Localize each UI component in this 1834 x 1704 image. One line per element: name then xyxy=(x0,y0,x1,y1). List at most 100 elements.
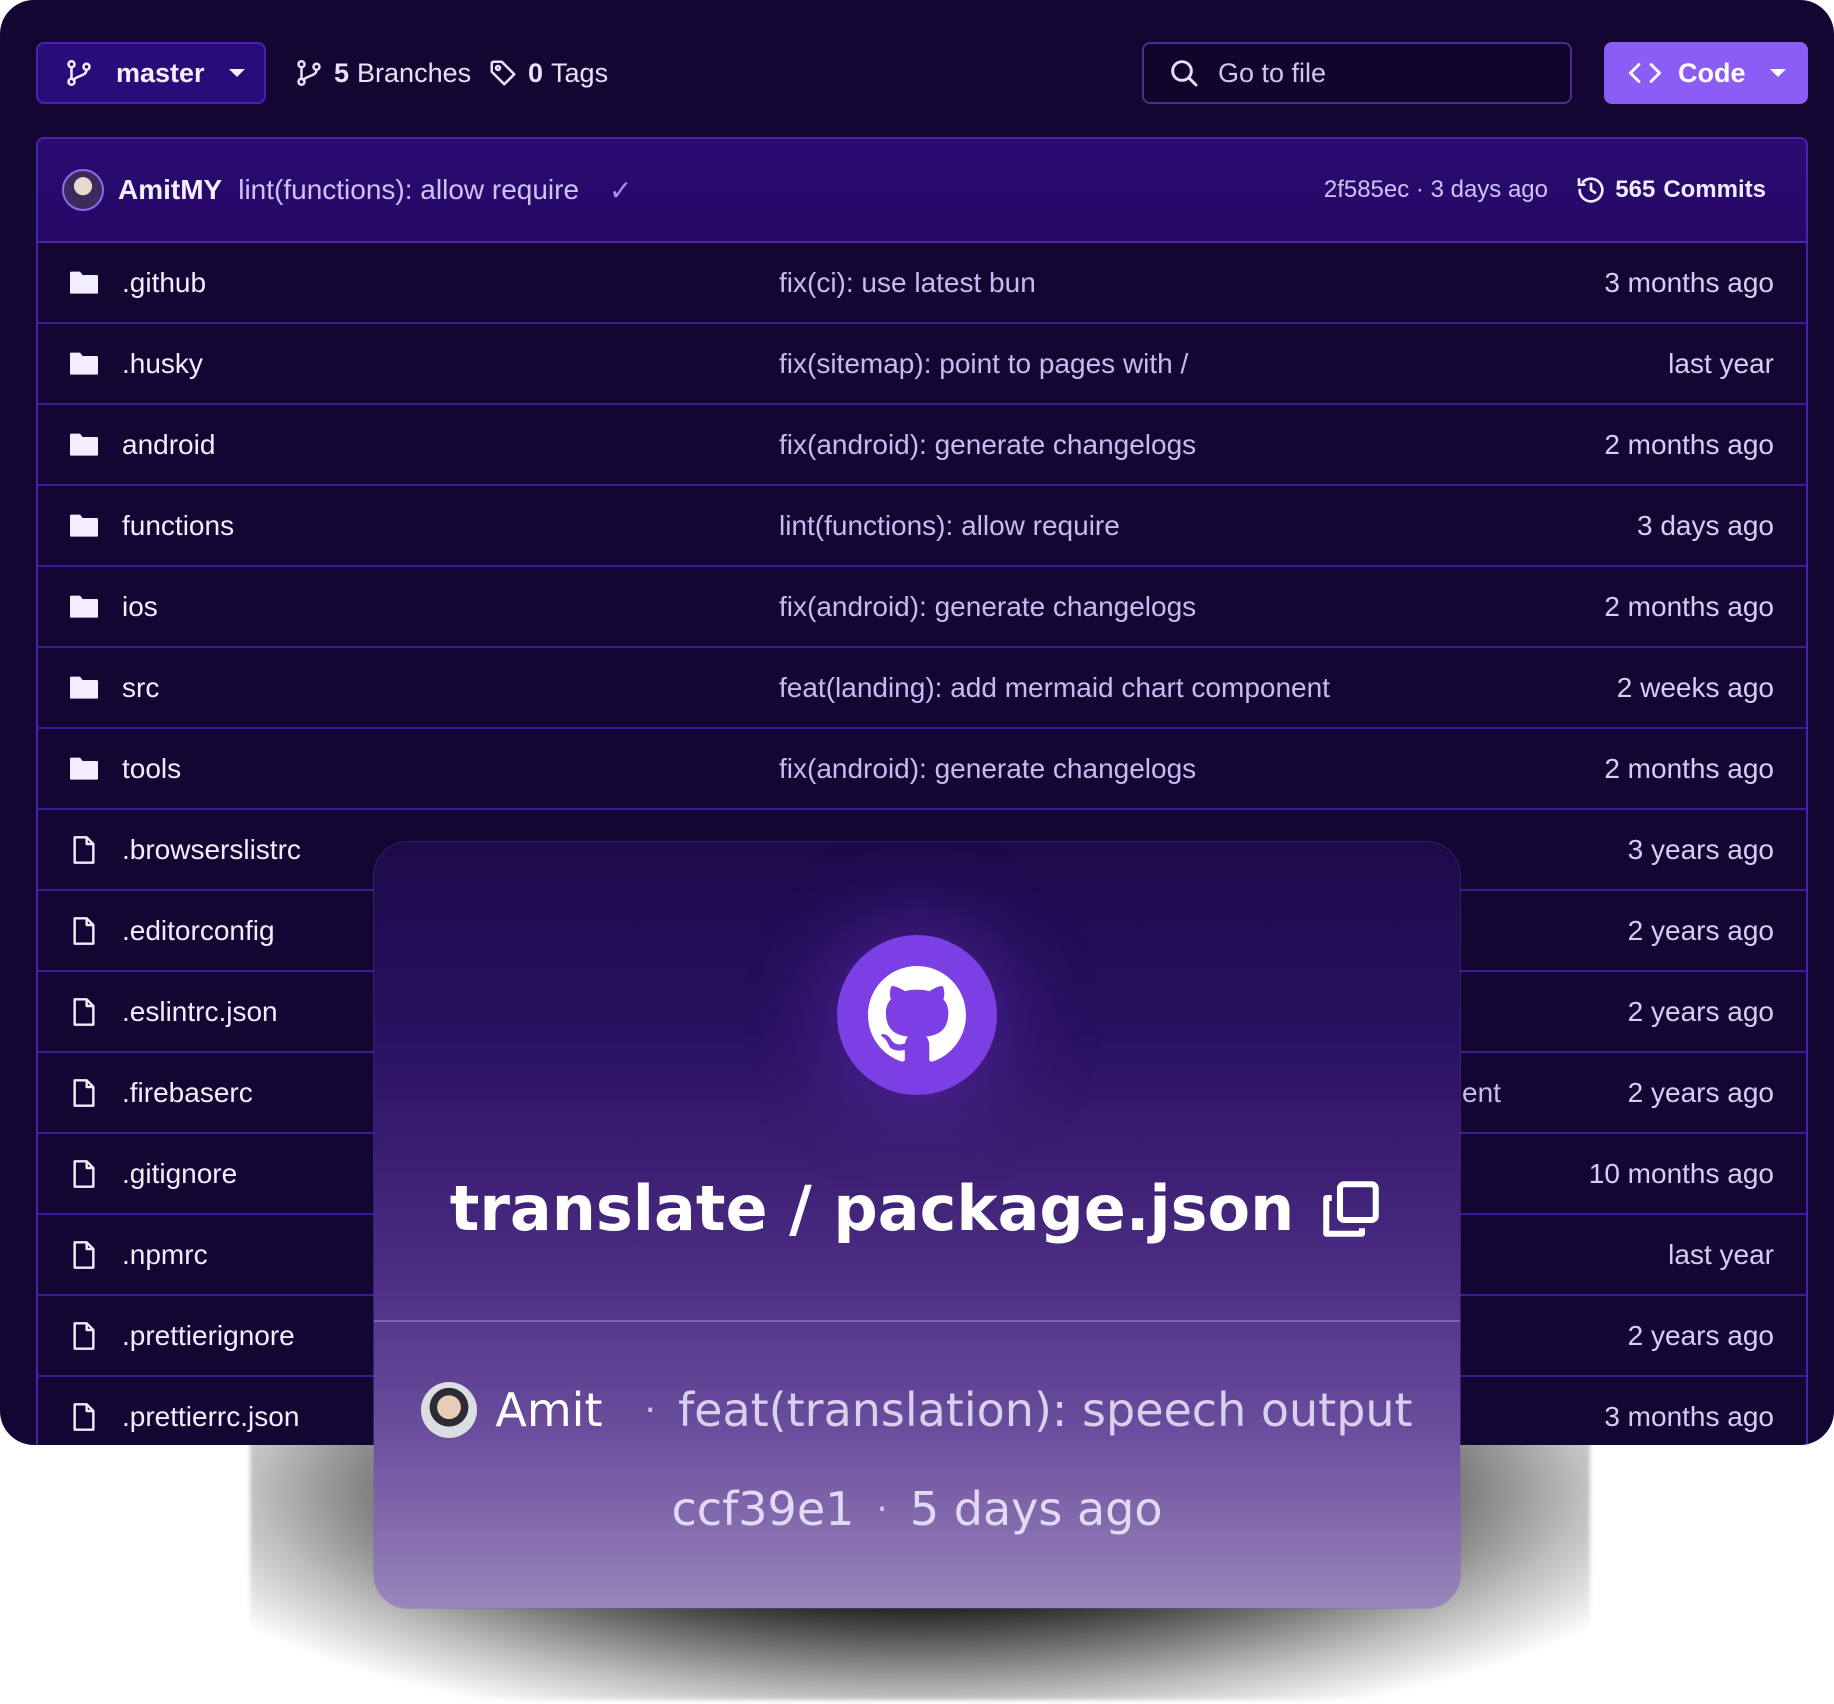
commit-meta[interactable]: 2f585ec · 3 days ago xyxy=(1324,176,1548,204)
avatar[interactable] xyxy=(62,169,104,211)
file-icon xyxy=(73,1403,95,1431)
file-commit-time: 2 years ago xyxy=(1627,914,1774,946)
branch-icon xyxy=(67,59,91,87)
file-commit-message[interactable]: fix(android): generate changelogs xyxy=(779,753,1196,785)
file-name[interactable]: .editorconfig xyxy=(122,915,275,947)
file-commit-time: 2 weeks ago xyxy=(1616,671,1774,703)
commits-count: 565 xyxy=(1615,176,1656,203)
file-commit-message[interactable]: fix(sitemap): point to pages with / xyxy=(779,348,1188,380)
folder-icon xyxy=(70,514,98,537)
copy-icon[interactable] xyxy=(1318,1176,1384,1242)
file-row[interactable]: .husky fix(sitemap): point to pages with … xyxy=(38,324,1806,405)
file-name[interactable]: .prettierignore xyxy=(122,1320,295,1352)
folder-icon xyxy=(70,352,98,375)
branches-link[interactable]: 5 Branches xyxy=(294,42,471,104)
file-name[interactable]: .eslintrc.json xyxy=(122,996,278,1028)
file-commit-time: 3 months ago xyxy=(1604,1400,1774,1432)
file-icon xyxy=(73,1160,95,1188)
popup-author: Amit xyxy=(495,1383,603,1437)
file-name[interactable]: .husky xyxy=(122,348,203,380)
file-commit-time: 2 years ago xyxy=(1627,1319,1774,1351)
file-row[interactable]: functions lint(functions): allow require 3… xyxy=(38,486,1806,567)
go-to-file-input[interactable]: Go to file xyxy=(1142,42,1572,104)
popup-title: translate / package.json xyxy=(374,1172,1460,1245)
file-path-title: translate / package.json xyxy=(449,1172,1295,1245)
file-preview-card: translate / package.json Amit · feat(tra… xyxy=(374,842,1460,1608)
folder-icon xyxy=(70,271,98,294)
file-row[interactable]: ios fix(android): generate changelogs 2 mo… xyxy=(38,567,1806,648)
code-button[interactable]: Code xyxy=(1604,42,1808,104)
folder-icon xyxy=(70,757,98,780)
file-commit-message[interactable]: lint(functions): allow require xyxy=(779,510,1120,542)
chevron-down-icon xyxy=(228,69,245,77)
file-commit-time: 10 months ago xyxy=(1588,1157,1774,1189)
file-icon xyxy=(73,1079,95,1107)
file-commit-message[interactable]: fix(ci): use latest bun xyxy=(779,267,1036,299)
file-icon xyxy=(73,998,95,1026)
tag-icon xyxy=(490,60,516,86)
branches-label: Branches xyxy=(357,57,472,88)
file-commit-time: last year xyxy=(1668,1238,1774,1270)
branches-count: 5 xyxy=(334,57,350,88)
tags-count: 0 xyxy=(528,57,544,88)
branch-name: master xyxy=(116,57,205,88)
separator-dot: · xyxy=(644,1389,656,1431)
file-commit-message[interactable]: fix(android): generate changelogs xyxy=(779,591,1196,623)
tags-label: Tags xyxy=(551,57,609,88)
commit-message[interactable]: lint(functions): allow require xyxy=(238,174,579,206)
file-name[interactable]: .browserslistrc xyxy=(122,834,301,866)
latest-commit-bar: AmitMY lint(functions): allow require ✓ … xyxy=(38,139,1806,243)
popup-divider xyxy=(374,1320,1460,1322)
file-name[interactable]: .github xyxy=(122,267,206,299)
file-commit-time: 3 days ago xyxy=(1637,509,1774,541)
file-name[interactable]: ios xyxy=(122,591,158,623)
repo-toolbar: master 5 Branches 0 Tags Go to file Code xyxy=(36,42,1810,104)
avatar xyxy=(421,1382,478,1438)
check-icon[interactable]: ✓ xyxy=(609,174,632,207)
file-icon xyxy=(73,836,95,864)
search-placeholder: Go to file xyxy=(1218,57,1327,88)
file-commit-message[interactable]: ent xyxy=(1462,1077,1501,1109)
separator-dot: · xyxy=(876,1488,888,1530)
file-row[interactable]: android fix(android): generate changelogs… xyxy=(38,405,1806,486)
file-commit-time: 2 years ago xyxy=(1627,1076,1774,1108)
file-commit-time: 3 months ago xyxy=(1604,266,1774,298)
popup-commit-message: feat(translation): speech output xyxy=(677,1383,1413,1437)
file-commit-time: 2 months ago xyxy=(1604,752,1774,784)
file-name[interactable]: .prettierrc.json xyxy=(122,1401,299,1433)
file-name[interactable]: .npmrc xyxy=(122,1239,208,1271)
file-commit-time: last year xyxy=(1668,347,1774,379)
file-commit-time: 2 years ago xyxy=(1627,995,1774,1027)
file-commit-time: 2 months ago xyxy=(1604,428,1774,460)
file-commit-time: 3 years ago xyxy=(1627,833,1774,865)
github-icon xyxy=(837,935,997,1095)
commits-history-link[interactable]: 565 Commits xyxy=(1575,174,1766,206)
branch-selector-button[interactable]: master xyxy=(36,42,266,104)
file-name[interactable]: android xyxy=(122,429,215,461)
file-name[interactable]: .gitignore xyxy=(122,1158,237,1190)
file-icon xyxy=(73,1322,95,1350)
file-commit-message[interactable]: fix(android): generate changelogs xyxy=(779,429,1196,461)
code-icon xyxy=(1628,63,1662,83)
file-name[interactable]: functions xyxy=(122,510,234,542)
popup-commit-line: Amit · feat(translation): speech output xyxy=(374,1382,1460,1438)
branch-icon xyxy=(297,59,321,87)
popup-commit-sha: ccf39e1 xyxy=(671,1482,855,1536)
file-icon xyxy=(73,1241,95,1269)
history-icon xyxy=(1577,177,1604,203)
code-label: Code xyxy=(1678,57,1746,88)
folder-icon xyxy=(70,676,98,699)
file-name[interactable]: src xyxy=(122,672,159,704)
tags-link[interactable]: 0 Tags xyxy=(488,42,608,104)
file-row[interactable]: .github fix(ci): use latest bun 3 months a… xyxy=(38,243,1806,324)
file-commit-message[interactable]: feat(landing): add mermaid chart compone… xyxy=(779,672,1330,704)
folder-icon xyxy=(70,595,98,618)
file-name[interactable]: .firebaserc xyxy=(122,1077,253,1109)
file-row[interactable]: tools fix(android): generate changelogs 2 … xyxy=(38,729,1806,810)
file-commit-time: 2 months ago xyxy=(1604,590,1774,622)
file-name[interactable]: tools xyxy=(122,753,181,785)
file-row[interactable]: src feat(landing): add mermaid chart comp… xyxy=(38,648,1806,729)
commits-label: Commits xyxy=(1663,176,1766,203)
chevron-down-icon xyxy=(1769,69,1786,77)
commit-author[interactable]: AmitMY xyxy=(118,174,222,206)
